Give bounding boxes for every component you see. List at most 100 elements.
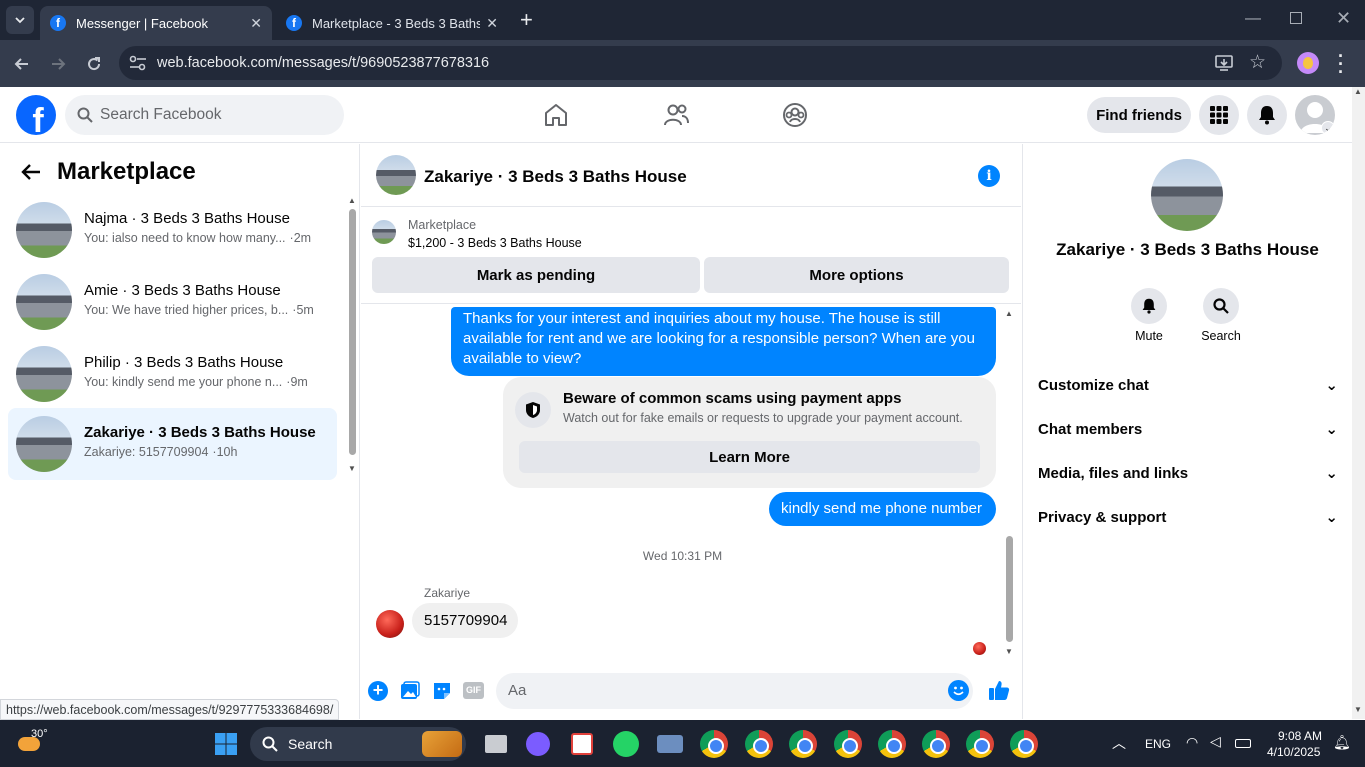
back-arrow-icon[interactable] xyxy=(20,161,42,183)
chat-avatar[interactable] xyxy=(376,155,416,195)
conversation-item-active[interactable]: Zakariye · 3 Beds 3 Baths House Zakariye… xyxy=(8,408,337,480)
whatsapp-icon[interactable] xyxy=(612,730,640,758)
emoji-icon[interactable] xyxy=(948,680,969,701)
clock-time[interactable]: 9:08 AM xyxy=(1278,729,1322,743)
notification-bell-icon[interactable]: 🔔︎ xyxy=(1333,734,1351,751)
message-composer: + GIF Aa xyxy=(361,666,1021,719)
section-label: Privacy & support xyxy=(1038,508,1167,526)
conversation-list-scrollbar[interactable]: ▲ ▼ xyxy=(348,196,356,473)
search-highlight-icon xyxy=(422,731,462,757)
account-avatar[interactable]: ⌄ xyxy=(1295,95,1335,135)
section-customize-chat[interactable]: Customize chat ⌄ xyxy=(1038,363,1338,407)
browser-menu-icon[interactable]: · · · xyxy=(1338,47,1344,81)
outgoing-message[interactable]: kindly send me phone number xyxy=(769,492,996,526)
chrome-icon[interactable] xyxy=(878,730,906,758)
info-icon[interactable]: i xyxy=(978,165,1000,187)
profile-avatar-icon[interactable] xyxy=(1297,52,1319,74)
scam-warning-body: Watch out for fake emails or requests to… xyxy=(563,411,963,425)
listing-thumbnail xyxy=(16,346,72,402)
meet-icon[interactable] xyxy=(524,730,552,758)
thumbs-up-icon[interactable] xyxy=(988,679,1010,701)
status-bar-url: https://web.facebook.com/messages/t/9297… xyxy=(0,699,340,720)
image-icon[interactable] xyxy=(400,681,420,701)
chat-title[interactable]: Zakariye · 3 Beds 3 Baths House xyxy=(424,167,687,187)
chat-panel: Zakariye · 3 Beds 3 Baths House i Market… xyxy=(361,144,1021,719)
mark-as-pending-button[interactable]: Mark as pending xyxy=(372,257,700,293)
seen-avatar xyxy=(973,642,986,655)
restore-button[interactable] xyxy=(1290,12,1302,24)
tab-marketplace[interactable]: f Marketplace - 3 Beds 3 Baths H ✕ xyxy=(276,6,508,40)
windows-taskbar: 30° Search ︿ ENG ◠ ◁ 9:08 AM 4/10/2025 🔔… xyxy=(0,720,1365,767)
friends-icon[interactable] xyxy=(662,101,690,129)
chat-scrollbar[interactable]: ▲ ▼ xyxy=(1004,309,1014,661)
notifications-button[interactable] xyxy=(1247,95,1287,135)
search-chat-button[interactable] xyxy=(1203,288,1239,324)
listing-banner: Marketplace $1,200 - 3 Beds 3 Baths Hous… xyxy=(361,208,1021,304)
find-friends-button[interactable]: Find friends xyxy=(1087,97,1191,133)
menu-button[interactable] xyxy=(1199,95,1239,135)
conversation-item[interactable]: Philip · 3 Beds 3 Baths House You: kindl… xyxy=(8,338,337,410)
snipping-tool-icon[interactable] xyxy=(568,730,596,758)
taskbar-search[interactable]: Search xyxy=(250,727,466,761)
chrome-icon[interactable] xyxy=(1010,730,1038,758)
outgoing-message[interactable]: Thanks for your interest and inquiries a… xyxy=(451,307,996,376)
sticker-icon[interactable] xyxy=(432,681,452,701)
windows-start-icon[interactable] xyxy=(214,732,238,756)
facebook-logo-icon[interactable]: f xyxy=(16,95,56,135)
listing-title[interactable]: $1,200 - 3 Beds 3 Baths House xyxy=(408,236,582,250)
tab-messenger[interactable]: f Messenger | Facebook ✕ xyxy=(40,6,272,40)
close-icon[interactable]: ✕ xyxy=(250,15,262,32)
close-icon[interactable]: ✕ xyxy=(486,15,498,32)
groups-icon[interactable] xyxy=(781,101,809,129)
chevron-up-icon[interactable]: ︿ xyxy=(1112,733,1126,753)
account-chevron-icon: ⌄ xyxy=(1321,121,1335,135)
camera-icon[interactable] xyxy=(656,730,684,758)
home-icon[interactable] xyxy=(542,101,570,129)
details-avatar[interactable] xyxy=(1151,159,1223,231)
facebook-search-input[interactable]: Search Facebook xyxy=(65,95,344,135)
gif-icon[interactable]: GIF xyxy=(463,682,484,699)
facebook-favicon-icon: f xyxy=(286,15,302,31)
wifi-icon[interactable]: ◠ xyxy=(1186,734,1198,751)
chrome-icon[interactable] xyxy=(789,730,817,758)
language-indicator[interactable]: ENG xyxy=(1145,737,1171,751)
reload-button[interactable] xyxy=(82,52,106,76)
conversation-item[interactable]: Amie · 3 Beds 3 Baths House You: We have… xyxy=(8,266,337,338)
plus-icon[interactable]: + xyxy=(368,681,388,701)
chrome-icon[interactable] xyxy=(745,730,773,758)
task-view-icon[interactable] xyxy=(482,730,510,758)
site-settings-icon[interactable] xyxy=(129,55,147,71)
section-media-files-links[interactable]: Media, files and links ⌄ xyxy=(1038,451,1338,495)
message-input[interactable]: Aa xyxy=(496,673,973,709)
close-window-button[interactable]: ✕ xyxy=(1336,8,1351,29)
conversation-name: Najma · 3 Beds 3 Baths House xyxy=(84,210,290,227)
bookmark-star-icon[interactable]: ☆ xyxy=(1249,51,1266,74)
sender-avatar[interactable] xyxy=(376,610,404,638)
section-privacy-support[interactable]: Privacy & support ⌄ xyxy=(1038,495,1338,539)
address-bar[interactable]: web.facebook.com/messages/t/969052387767… xyxy=(119,46,1282,80)
volume-icon[interactable]: ◁ xyxy=(1210,733,1221,750)
chrome-icon[interactable] xyxy=(700,730,728,758)
listing-thumbnail[interactable] xyxy=(372,220,396,244)
section-chat-members[interactable]: Chat members ⌄ xyxy=(1038,407,1338,451)
learn-more-button[interactable]: Learn More xyxy=(519,441,980,473)
back-button[interactable] xyxy=(10,52,34,76)
conversation-preview: You: kindly send me your phone n... ·9m xyxy=(84,375,308,389)
mute-button[interactable] xyxy=(1131,288,1167,324)
chrome-icon[interactable] xyxy=(966,730,994,758)
incoming-message[interactable]: 5157709904 xyxy=(412,603,518,638)
page-scrollbar[interactable]: ▲ ▼ xyxy=(1352,87,1365,719)
install-app-icon[interactable] xyxy=(1215,54,1233,72)
listing-thumbnail xyxy=(16,416,72,472)
new-tab-button[interactable]: + xyxy=(520,9,533,31)
chrome-icon[interactable] xyxy=(922,730,950,758)
search-icon xyxy=(1213,298,1229,314)
more-options-button[interactable]: More options xyxy=(704,257,1009,293)
minimize-button[interactable]: — xyxy=(1245,10,1261,28)
chrome-icon[interactable] xyxy=(834,730,862,758)
battery-icon[interactable] xyxy=(1235,739,1251,748)
tab-list-button[interactable] xyxy=(6,6,34,34)
clock-date[interactable]: 4/10/2025 xyxy=(1267,745,1320,759)
conversation-item[interactable]: Najma · 3 Beds 3 Baths House You: ialso … xyxy=(8,194,337,266)
forward-button[interactable] xyxy=(46,52,70,76)
